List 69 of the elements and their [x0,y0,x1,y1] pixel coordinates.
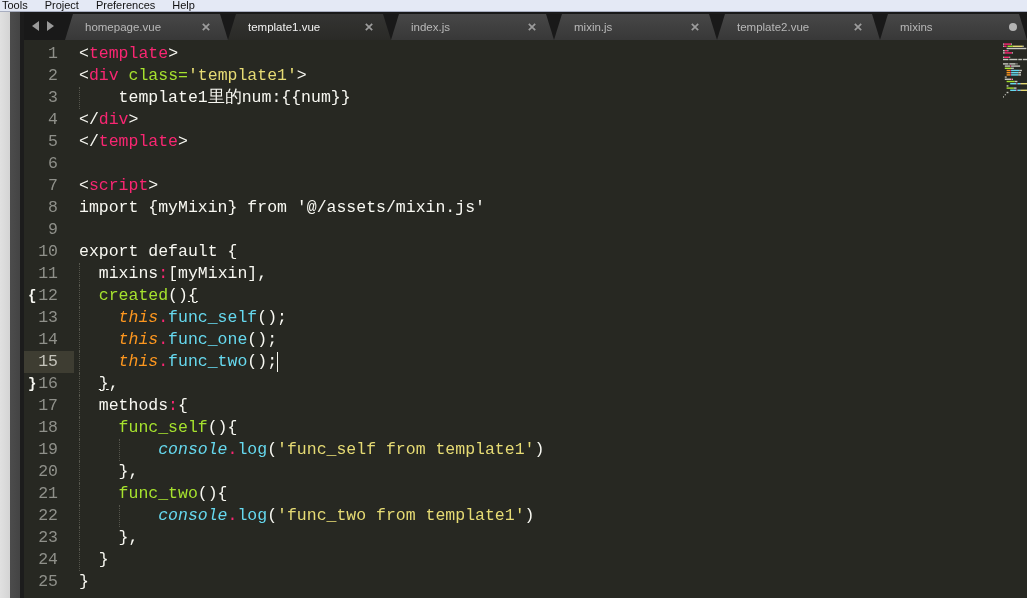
code-line: console.log('func_two from template1') [158,505,535,527]
line-number: 5 [48,131,58,153]
tab[interactable]: mixin.js [554,14,717,40]
line-number: 23 [38,527,58,549]
menu-item[interactable]: Help [172,0,195,11]
code-line: this.func_two(); [118,351,278,373]
line-number: 17 [38,395,58,417]
menu-item[interactable]: Project [44,0,79,11]
line-number: 8 [48,197,58,219]
line-number: 15 [38,351,58,373]
right-arrow-icon[interactable] [47,21,54,31]
tab[interactable]: homepage.vue [65,14,228,40]
line-number: 1 [48,43,58,65]
line-number: 21 [38,483,58,505]
close-icon[interactable] [202,23,210,31]
code-line: }, [118,527,139,549]
bracket-marker: { [28,287,37,306]
code-line: }, [118,461,139,483]
code-line: this.func_self(); [118,307,287,329]
code-line: this.func_one(); [118,329,278,351]
line-number: 4 [48,109,58,131]
line-number: 20 [38,461,58,483]
code-line: <div class='template1'> [79,65,307,87]
code-line: func_self(){ [118,417,238,439]
line-number: 18 [38,417,58,439]
tab[interactable]: template2.vue [717,14,880,40]
left-arrow-icon[interactable] [32,21,39,31]
minimap-drawing[interactable] [1003,43,1027,98]
code-line: </div> [79,109,139,131]
line-number: 7 [48,175,58,197]
line-number: 25 [38,571,58,593]
code-line: export default { [79,241,238,263]
code-line: import {myMixin} from '@/assets/mixin.js' [79,197,485,219]
code-line: console.log('func_self from template1') [158,439,545,461]
text-cursor [277,352,279,372]
close-icon[interactable] [365,23,373,31]
line-number: 3 [48,87,58,109]
code-line: <script> [79,175,159,197]
code-line: template1里的num:{{num}} [118,87,351,109]
line-number: 24 [38,549,58,571]
code-line: mixins:[myMixin], [98,263,268,285]
line-number: 13 [38,307,58,329]
code-line: <template> [79,43,179,65]
line-number: 2 [48,65,58,87]
tab[interactable]: template1.vue [228,14,391,40]
line-number: 6 [48,153,58,175]
close-icon[interactable] [854,23,862,31]
code-line: } [98,549,109,571]
code-line: </template> [79,131,188,153]
code-line: } [79,571,89,593]
bracket-marker: } [28,375,37,394]
line-number: 16 [38,373,58,395]
line-number: 19 [38,439,58,461]
close-icon[interactable] [528,23,536,31]
code-line: methods:{ [98,395,188,417]
close-icon[interactable] [691,23,699,31]
code-line: func_two(){ [118,483,228,505]
line-number: 11 [38,263,58,285]
menu-item[interactable]: Preferences [95,0,156,11]
code-line: created(){ [98,285,198,307]
line-number: 12 [38,285,58,307]
line-number: 10 [38,241,58,263]
line-number: 9 [48,219,58,241]
line-number: 14 [38,329,58,351]
line-number: 22 [38,505,58,527]
code-line: }, [98,373,119,395]
menu-item[interactable]: Tools [2,0,28,11]
tab[interactable]: mixins [880,14,1027,40]
tab[interactable]: index.js [391,14,554,40]
